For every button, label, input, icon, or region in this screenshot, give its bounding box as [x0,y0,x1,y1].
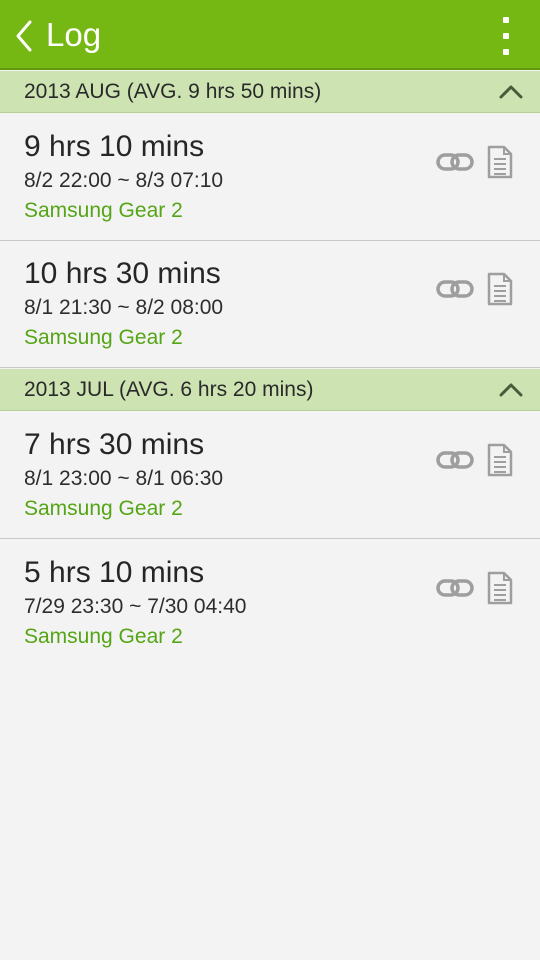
entry-duration: 10 hrs 30 mins [24,257,221,290]
link-icon[interactable] [436,277,474,301]
document-icon[interactable] [486,272,514,306]
log-entry[interactable]: 9 hrs 10 mins 8/2 22:00 ~ 8/3 07:10 Sams… [0,114,540,241]
chevron-up-icon [499,383,523,397]
entry-duration: 5 hrs 10 mins [24,556,205,589]
log-entry[interactable]: 10 hrs 30 mins 8/1 21:30 ~ 8/2 08:00 Sam… [0,241,540,368]
entry-device: Samsung Gear 2 [24,199,183,222]
entry-time-range: 8/2 22:00 ~ 8/3 07:10 [24,169,224,192]
overflow-menu-button[interactable] [500,15,512,57]
entry-duration: 9 hrs 10 mins [24,130,205,163]
page-title: Log [46,16,102,53]
section-header-label: 2013 JUL (AVG. 6 hrs 20 mins) [24,378,314,401]
section-header-jul[interactable]: 2013 JUL (AVG. 6 hrs 20 mins) [0,369,540,411]
entry-device: Samsung Gear 2 [24,326,183,349]
link-icon[interactable] [436,448,474,472]
entry-time-range: 7/29 23:30 ~ 7/30 04:40 [24,595,247,618]
document-icon[interactable] [486,443,514,477]
section-header-aug[interactable]: 2013 AUG (AVG. 9 hrs 50 mins) [0,71,540,113]
entry-time-range: 8/1 21:30 ~ 8/2 08:00 [24,296,224,319]
document-icon[interactable] [486,145,514,179]
entry-duration: 7 hrs 30 mins [24,428,205,461]
back-button[interactable] [8,16,40,56]
chevron-up-icon [499,85,523,99]
entry-device: Samsung Gear 2 [24,625,183,648]
link-icon[interactable] [436,150,474,174]
log-entry[interactable]: 5 hrs 10 mins 7/29 23:30 ~ 7/30 04:40 Sa… [0,540,540,667]
chevron-left-icon [16,20,32,52]
app-bar: Log [0,0,540,70]
link-icon[interactable] [436,576,474,600]
document-icon[interactable] [486,571,514,605]
log-entry[interactable]: 7 hrs 30 mins 8/1 23:00 ~ 8/1 06:30 Sams… [0,412,540,539]
entry-time-range: 8/1 23:00 ~ 8/1 06:30 [24,467,224,490]
section-header-label: 2013 AUG (AVG. 9 hrs 50 mins) [24,80,322,103]
entry-device: Samsung Gear 2 [24,497,183,520]
